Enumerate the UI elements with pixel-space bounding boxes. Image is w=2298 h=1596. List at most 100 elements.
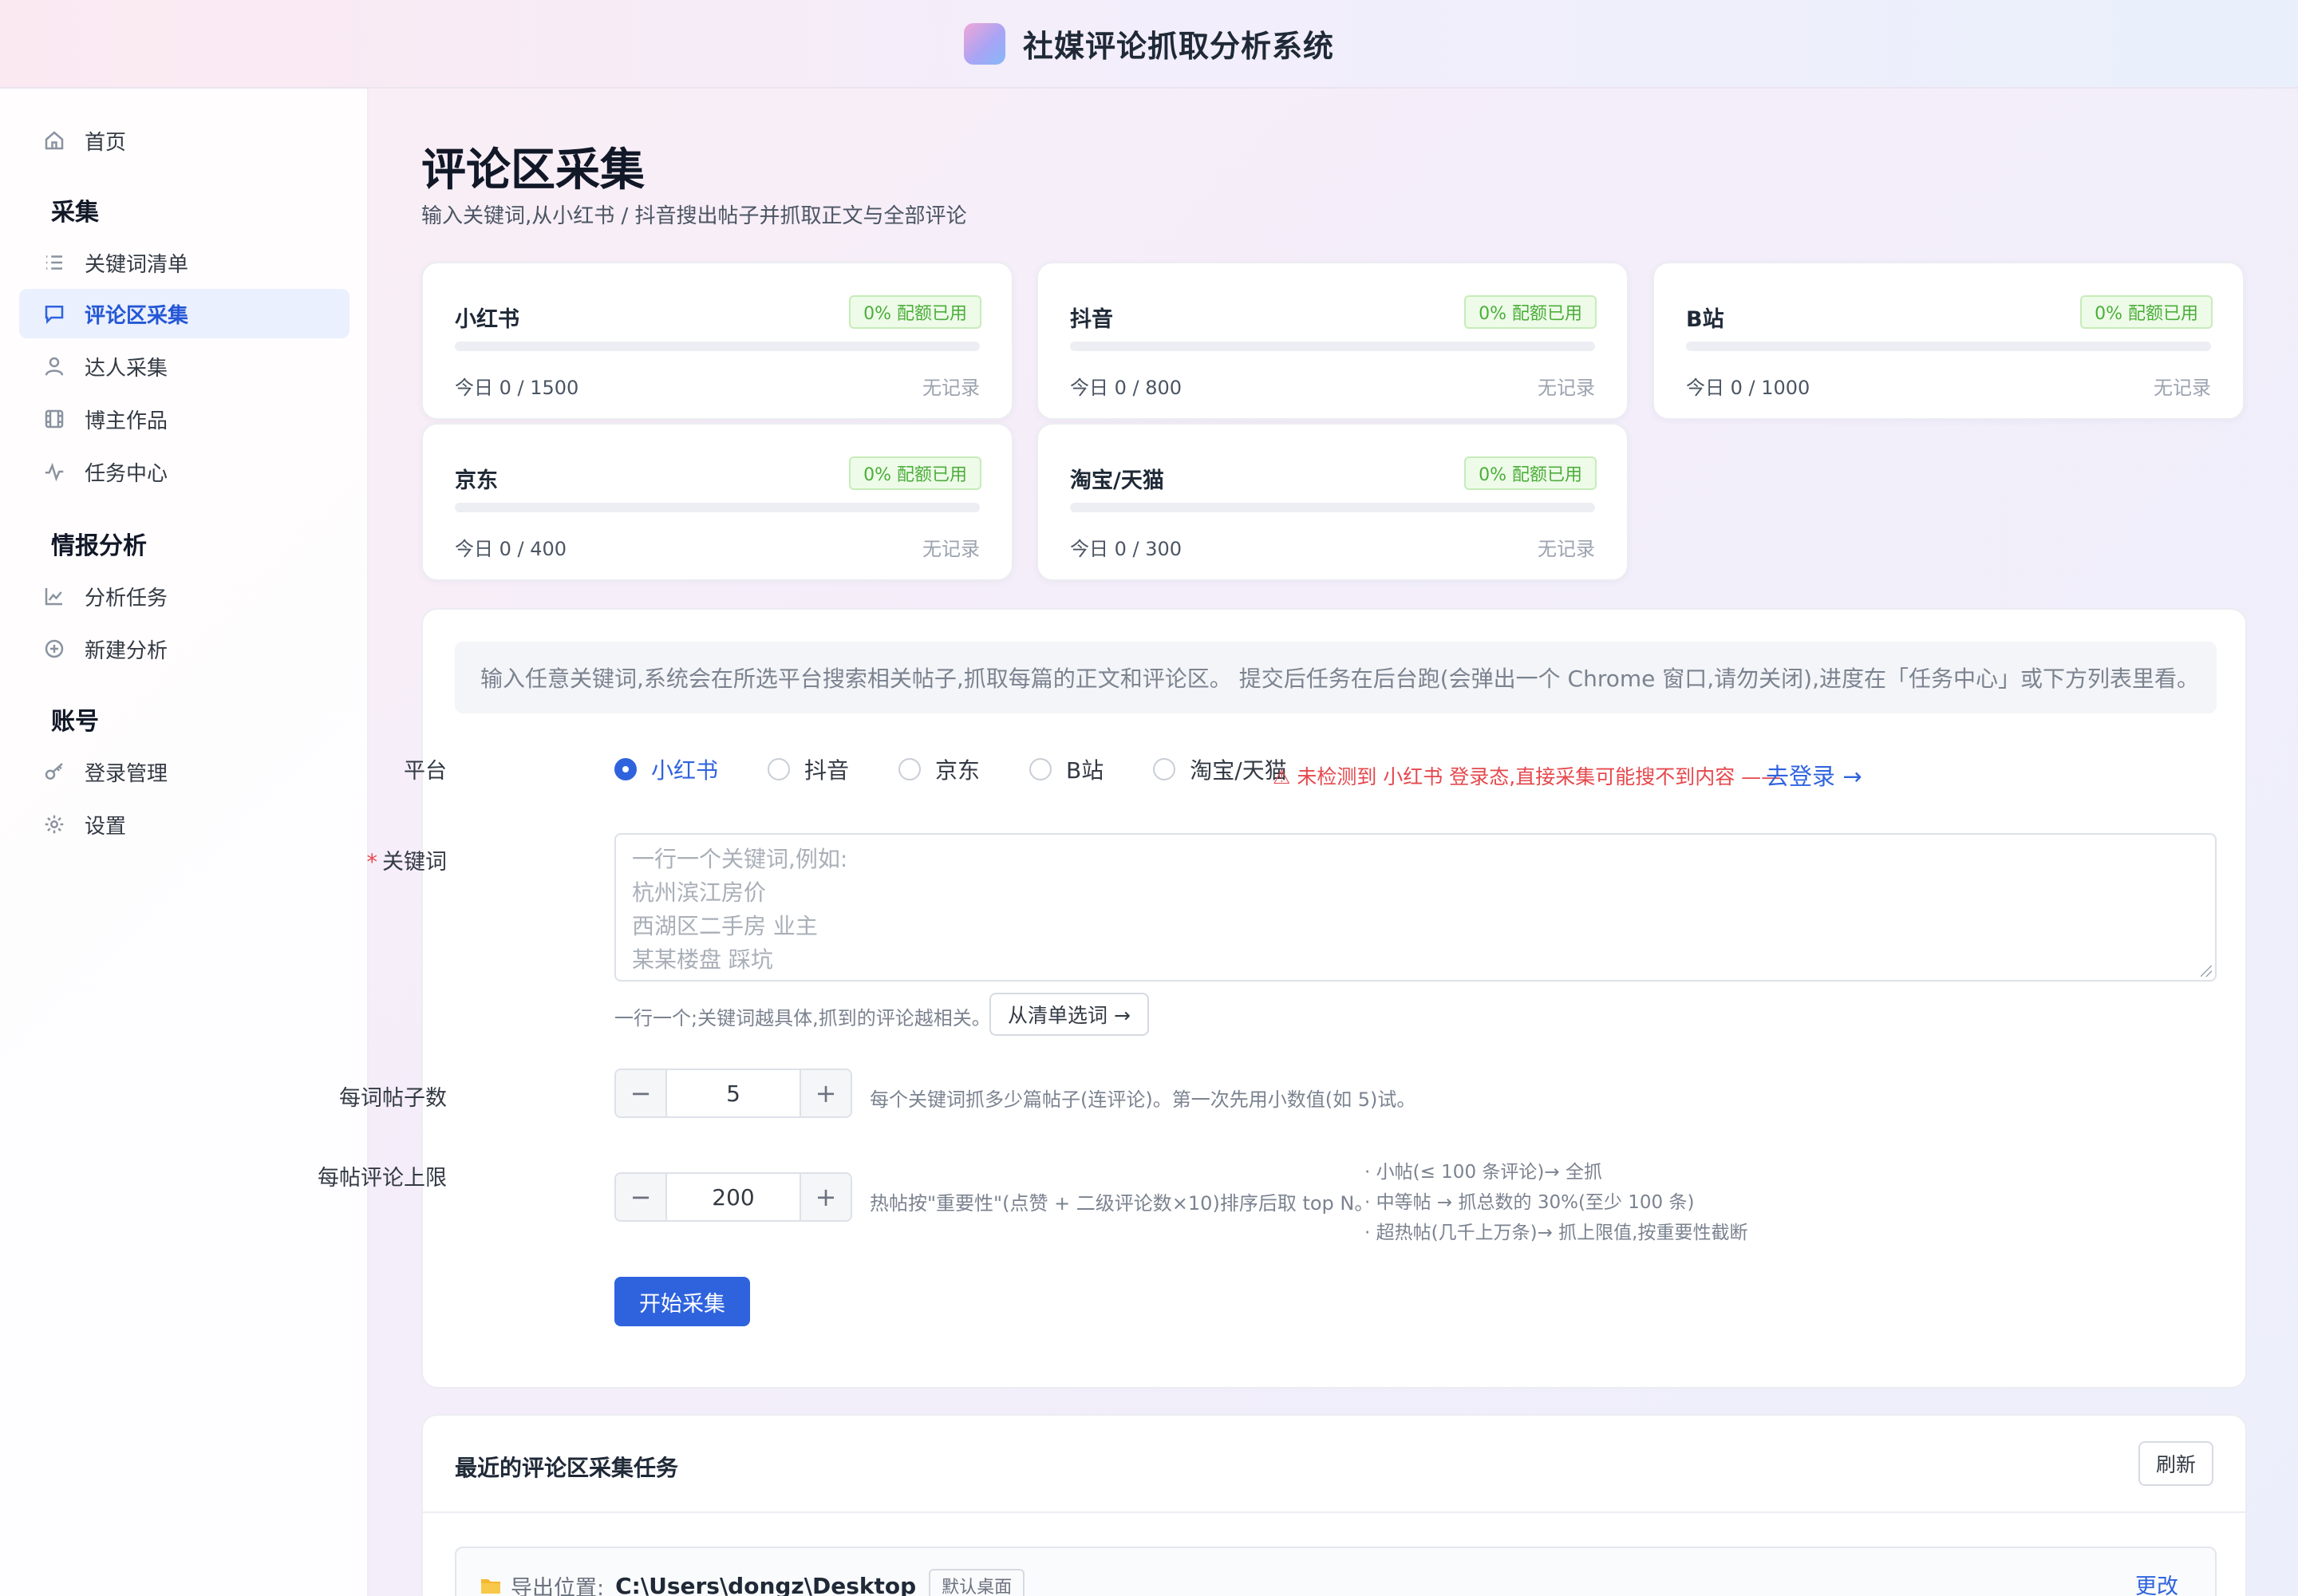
plus-circle-icon bbox=[35, 637, 73, 661]
sidebar-item-analysis-tasks[interactable]: 分析任务 bbox=[19, 571, 349, 621]
export-label: 导出位置: bbox=[511, 1575, 605, 1596]
keyword-label: * 关键词 bbox=[367, 844, 448, 875]
posts-label: 每词帖子数 bbox=[339, 1086, 447, 1111]
quota-today: 今日 0 / 800 bbox=[1070, 377, 1183, 399]
quota-record: 无记录 bbox=[1538, 538, 1595, 560]
quota-platform-name: 抖音 bbox=[1070, 307, 1113, 332]
quota-card-bilibili: B站 0% 配额已用 今日 0 / 1000 无记录 bbox=[1652, 262, 2245, 420]
quota-progress-bar bbox=[455, 503, 980, 512]
key-icon bbox=[35, 760, 73, 784]
radio-dot bbox=[1029, 758, 1052, 780]
default-desktop-tag: 默认桌面 bbox=[929, 1569, 1025, 1596]
quota-badge: 0% 配额已用 bbox=[849, 295, 981, 329]
sidebar-item-home[interactable]: 首页 bbox=[19, 116, 349, 165]
comment-rule: · 小帖(≤ 100 条评论)→ 全抓 bbox=[1364, 1162, 1602, 1183]
app-title: 社媒评论抓取分析系统 bbox=[1022, 29, 1334, 64]
radio-label: 京东 bbox=[935, 757, 981, 784]
comments-increment-button[interactable]: + bbox=[800, 1174, 851, 1220]
comment-rule: · 超热帖(几千上万条)→ 抓上限值,按重要性截断 bbox=[1364, 1223, 1748, 1243]
placeholder-line: 西湖区二手房 业主 bbox=[632, 913, 818, 939]
quota-record: 无记录 bbox=[1538, 377, 1595, 399]
go-login-link[interactable]: 去登录 → bbox=[1766, 758, 1862, 792]
comments-decrement-button[interactable]: − bbox=[616, 1174, 667, 1220]
comment-rules: · 小帖(≤ 100 条评论)→ 全抓 · 中等帖 → 抓总数的 30%(至少 … bbox=[1364, 1157, 1747, 1248]
film-icon bbox=[35, 407, 73, 431]
comments-input[interactable]: 200 bbox=[667, 1174, 800, 1220]
quota-progress-bar bbox=[1070, 342, 1595, 351]
start-collect-button[interactable]: 开始采集 bbox=[614, 1277, 750, 1326]
radio-dot bbox=[1153, 758, 1176, 780]
comments-stepper: − 200 + bbox=[614, 1172, 852, 1222]
user-icon bbox=[35, 354, 73, 378]
page-subtitle: 输入关键词,从小红书 / 抖音搜出帖子并抓取正文与全部评论 bbox=[421, 204, 967, 228]
platform-radio-bilibili[interactable]: B站 bbox=[1029, 753, 1104, 785]
sidebar-item-new-analysis[interactable]: 新建分析 bbox=[19, 624, 349, 674]
quota-badge: 0% 配额已用 bbox=[1464, 295, 1597, 329]
quota-today: 今日 0 / 400 bbox=[455, 538, 567, 560]
quota-badge: 0% 配额已用 bbox=[849, 456, 981, 490]
quota-progress-bar bbox=[455, 342, 980, 351]
posts-stepper: − 5 + bbox=[614, 1069, 852, 1118]
quota-today: 今日 0 / 300 bbox=[1070, 538, 1183, 560]
platform-radio-taobao[interactable]: 淘宝/天猫 bbox=[1153, 753, 1287, 785]
info-notice: 输入任意关键词,系统会在所选平台搜索相关帖子,抓取每篇的正文和评论区。 提交后任… bbox=[455, 642, 2217, 713]
chat-bubble-icon bbox=[35, 302, 73, 326]
quota-platform-name: 小红书 bbox=[455, 307, 519, 332]
quota-record: 无记录 bbox=[922, 538, 980, 560]
sidebar-item-label: 任务中心 bbox=[85, 461, 168, 486]
line-chart-icon bbox=[35, 584, 73, 608]
sidebar-item-login[interactable]: 登录管理 bbox=[19, 747, 349, 796]
sidebar-item-label: 评论区采集 bbox=[85, 303, 189, 328]
sidebar-item-keywords[interactable]: 关键词清单 bbox=[19, 238, 349, 287]
platform-radio-jd[interactable]: 京东 bbox=[898, 753, 980, 785]
placeholder-line: 一行一个关键词,例如: bbox=[632, 846, 848, 872]
comments-hint: 热帖按"重要性"(点赞 + 二级评论数×10)排序后取 top N。 bbox=[870, 1192, 1374, 1215]
quota-badge: 0% 配额已用 bbox=[1464, 456, 1597, 490]
sidebar-item-creators[interactable]: 达人采集 bbox=[19, 342, 349, 391]
keyword-label-text: 关键词 bbox=[382, 850, 447, 875]
radio-dot bbox=[768, 758, 791, 780]
platform-radio-douyin[interactable]: 抖音 bbox=[768, 753, 849, 785]
quota-today: 今日 0 / 1500 bbox=[455, 377, 579, 399]
posts-decrement-button[interactable]: − bbox=[616, 1070, 667, 1116]
login-warning: ⚠ 未检测到 小红书 登录态,直接采集可能搜不到内容 —— bbox=[1273, 765, 1782, 788]
refresh-button[interactable]: 刷新 bbox=[2138, 1441, 2213, 1486]
posts-increment-button[interactable]: + bbox=[800, 1070, 851, 1116]
pick-from-list-button[interactable]: 从清单选词 → bbox=[989, 993, 1149, 1036]
comment-rule: · 中等帖 → 抓总数的 30%(至少 100 条) bbox=[1364, 1192, 1695, 1213]
gear-icon bbox=[35, 812, 73, 836]
platform-label: 平台 bbox=[404, 759, 447, 784]
sidebar-item-settings[interactable]: 设置 bbox=[19, 800, 349, 849]
radio-label: B站 bbox=[1066, 757, 1104, 784]
platform-radio-xiaohongshu[interactable]: 小红书 bbox=[614, 753, 718, 785]
nav-group-analysis: 情报分析 bbox=[51, 532, 147, 560]
change-export-link[interactable]: 更改 bbox=[2135, 1569, 2178, 1596]
sidebar-item-works[interactable]: 博主作品 bbox=[19, 394, 349, 444]
sidebar-item-label: 达人采集 bbox=[85, 356, 168, 381]
sidebar: 首页 采集 关键词清单 评论区采集 达人采集 博主作品 任务中心 情报分析 分析… bbox=[0, 89, 369, 1596]
radio-dot bbox=[614, 758, 637, 780]
quota-progress-bar bbox=[1070, 503, 1595, 512]
app-logo bbox=[963, 22, 1005, 65]
app-header: 社媒评论抓取分析系统 bbox=[0, 0, 2298, 89]
sidebar-item-label: 博主作品 bbox=[85, 409, 168, 433]
quota-progress-bar bbox=[1686, 342, 2211, 351]
quota-record: 无记录 bbox=[922, 377, 980, 399]
export-location-box: 导出位置: C:\Users\dongz\Desktop 默认桌面 更改 bbox=[455, 1547, 2217, 1596]
folder-icon bbox=[481, 1579, 500, 1594]
sidebar-item-tasks[interactable]: 任务中心 bbox=[19, 447, 349, 496]
recent-tasks-title: 最近的评论区采集任务 bbox=[455, 1455, 679, 1481]
resize-handle[interactable] bbox=[2201, 966, 2212, 977]
keyword-textarea[interactable]: 一行一个关键词,例如: 杭州滨江房价 西湖区二手房 业主 某某楼盘 踩坑 bbox=[614, 833, 2217, 982]
radio-label: 小红书 bbox=[651, 757, 719, 784]
export-path: C:\Users\dongz\Desktop bbox=[615, 1572, 917, 1596]
sidebar-item-label: 登录管理 bbox=[85, 761, 168, 786]
required-mark: * bbox=[366, 850, 378, 875]
sidebar-item-comments[interactable]: 评论区采集 bbox=[19, 289, 349, 338]
nav-group-collect: 采集 bbox=[51, 199, 99, 227]
quota-card-xiaohongshu: 小红书 0% 配额已用 今日 0 / 1500 无记录 bbox=[421, 262, 1013, 420]
posts-input[interactable]: 5 bbox=[667, 1070, 800, 1116]
quota-card-jd: 京东 0% 配额已用 今日 0 / 400 无记录 bbox=[421, 423, 1013, 581]
quota-platform-name: 淘宝/天猫 bbox=[1070, 468, 1164, 493]
quota-record: 无记录 bbox=[2154, 377, 2211, 399]
